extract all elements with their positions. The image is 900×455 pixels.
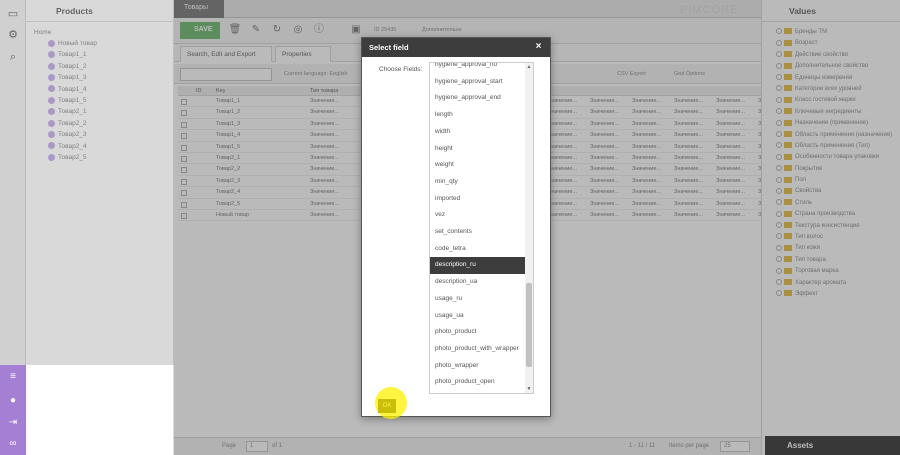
- field-option[interactable]: code_tetra: [430, 241, 526, 258]
- notification-icon[interactable]: ≡: [7, 371, 19, 383]
- field-option[interactable]: width: [430, 124, 526, 141]
- field-option[interactable]: description_ru: [430, 257, 526, 275]
- field-option[interactable]: height: [430, 141, 526, 158]
- user-icon[interactable]: ●: [7, 395, 19, 407]
- fields-listbox[interactable]: photo_product_open photo_wrapper photo_pro…: [429, 62, 534, 394]
- nav-bottom-panel: ≡ ● ⇥ ∞: [0, 365, 26, 455]
- field-option[interactable]: description_ua: [430, 274, 526, 291]
- field-option[interactable]: min_qty: [430, 174, 526, 191]
- scroll-up-icon[interactable]: ▲: [526, 63, 532, 71]
- field-option[interactable]: set_contents: [430, 224, 526, 241]
- close-icon[interactable]: ×: [533, 41, 544, 53]
- scrollbar-thumb[interactable]: [526, 283, 532, 367]
- cursor-highlight: [375, 387, 407, 419]
- listbox-scrollbar[interactable]: ▲ ▼: [525, 63, 533, 393]
- field-option[interactable]: usage_ua: [430, 308, 526, 325]
- field-option[interactable]: photo_product_open: [430, 374, 526, 391]
- field-option[interactable]: usage_ru: [430, 291, 526, 308]
- field-option[interactable]: length: [430, 107, 526, 124]
- field-option[interactable]: hygiene_approval_start: [430, 74, 526, 91]
- logout-icon[interactable]: ⇥: [7, 417, 19, 429]
- field-option[interactable]: hygiene_approval_no: [430, 63, 526, 74]
- field-option[interactable]: weight: [430, 157, 526, 174]
- field-option[interactable]: vez: [430, 207, 526, 224]
- choose-fields-label: Choose Fields:: [379, 66, 423, 73]
- dialog-title-text: Select field: [369, 43, 409, 52]
- field-option[interactable]: hygiene_approval_end: [430, 90, 526, 107]
- modal-overlay-left: [0, 0, 174, 365]
- pimcore-logo-icon: ∞: [9, 438, 17, 449]
- field-option[interactable]: imported: [430, 191, 526, 208]
- select-field-dialog: Select field × Choose Fields: photo_prod…: [361, 37, 551, 417]
- scroll-down-icon[interactable]: ▼: [526, 385, 532, 393]
- field-option[interactable]: photo_product_with_wrapper: [430, 341, 526, 358]
- dialog-title: Select field: [362, 38, 550, 57]
- field-option[interactable]: photo_wrapper: [430, 358, 526, 375]
- field-option[interactable]: photo_product: [430, 324, 526, 341]
